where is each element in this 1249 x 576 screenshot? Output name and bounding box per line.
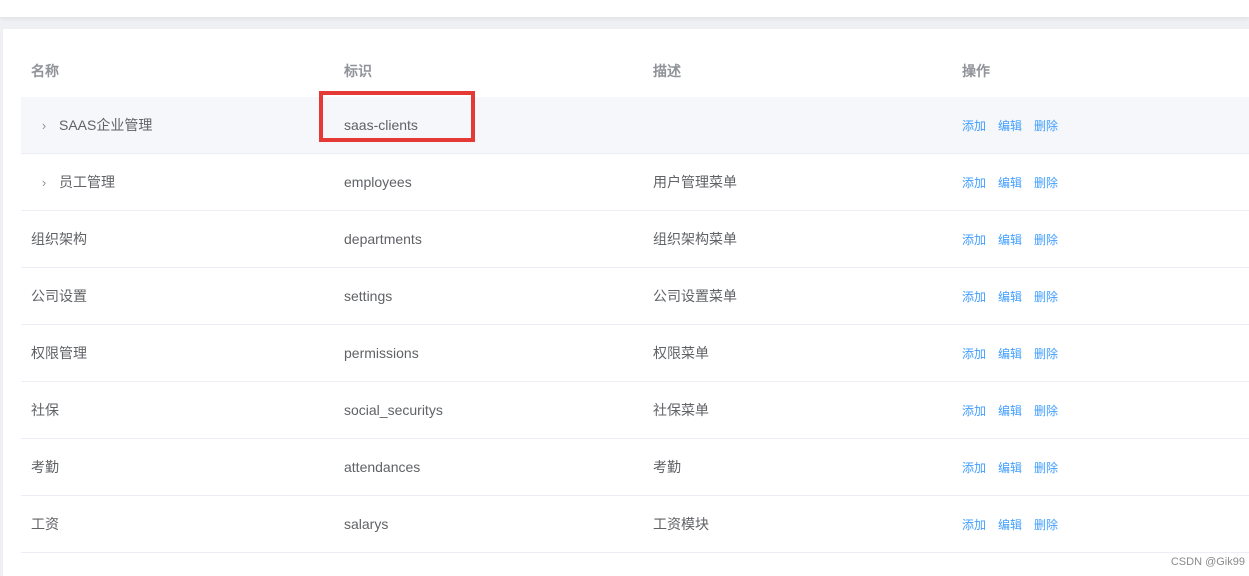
row-desc: 社保菜单 xyxy=(653,402,709,418)
delete-button[interactable]: 删除 xyxy=(1034,117,1058,134)
add-button[interactable]: 添加 xyxy=(962,174,986,191)
row-name: 公司设置 xyxy=(31,288,87,304)
delete-button[interactable]: 删除 xyxy=(1034,459,1058,476)
add-button[interactable]: 添加 xyxy=(962,288,986,305)
row-desc: 权限菜单 xyxy=(653,345,709,361)
add-button[interactable]: 添加 xyxy=(962,231,986,248)
row-name: SAAS企业管理 xyxy=(59,117,153,133)
row-name: 社保 xyxy=(31,402,59,418)
row-code: permissions xyxy=(344,345,419,361)
name-cell: › 员工管理 xyxy=(31,154,331,210)
table-row[interactable]: 权限管理 permissions 权限菜单 添加 编辑 删除 xyxy=(21,325,1249,382)
add-button[interactable]: 添加 xyxy=(962,117,986,134)
delete-button[interactable]: 删除 xyxy=(1034,402,1058,419)
table-row[interactable]: › 员工管理 employees 用户管理菜单 添加 编辑 删除 xyxy=(21,154,1249,211)
row-desc xyxy=(653,97,953,153)
edit-button[interactable]: 编辑 xyxy=(998,402,1022,419)
header-desc: 描述 xyxy=(653,62,681,79)
watermark: CSDN @Gik99 xyxy=(1170,556,1245,568)
header-ops: 操作 xyxy=(962,62,990,79)
row-actions: 添加 编辑 删除 xyxy=(962,154,1242,210)
row-name: 组织架构 xyxy=(31,231,87,247)
row-code: social_securitys xyxy=(344,402,443,418)
row-actions: 添加 编辑 删除 xyxy=(962,382,1242,438)
table-row[interactable]: 工资 salarys 工资模块 添加 编辑 删除 xyxy=(21,496,1249,553)
add-button[interactable]: 添加 xyxy=(962,345,986,362)
row-code: employees xyxy=(344,174,412,190)
row-actions: 添加 编辑 删除 xyxy=(962,496,1242,552)
delete-button[interactable]: 删除 xyxy=(1034,231,1058,248)
page: 名称 标识 描述 操作 › SAAS企业管理 saas-clients 添加 编… xyxy=(0,0,1249,576)
row-name: 工资 xyxy=(31,516,59,532)
row-desc: 公司设置菜单 xyxy=(653,288,737,304)
row-desc: 用户管理菜单 xyxy=(653,174,737,190)
row-actions: 添加 编辑 删除 xyxy=(962,439,1242,495)
row-actions: 添加 编辑 删除 xyxy=(962,211,1242,267)
header-name: 名称 xyxy=(31,62,59,79)
chevron-right-icon[interactable]: › xyxy=(37,175,51,190)
top-card xyxy=(0,0,1249,17)
delete-button[interactable]: 删除 xyxy=(1034,345,1058,362)
row-code: settings xyxy=(344,288,393,304)
edit-button[interactable]: 编辑 xyxy=(998,117,1022,134)
chevron-right-icon[interactable]: › xyxy=(37,118,51,133)
row-name: 员工管理 xyxy=(59,174,115,190)
row-desc: 工资模块 xyxy=(653,516,709,532)
edit-button[interactable]: 编辑 xyxy=(998,345,1022,362)
row-code: attendances xyxy=(344,459,421,475)
row-desc: 考勤 xyxy=(653,459,681,475)
table-header: 名称 标识 描述 操作 xyxy=(21,44,1249,97)
table-row[interactable]: 考勤 attendances 考勤 添加 编辑 删除 xyxy=(21,439,1249,496)
name-cell: › SAAS企业管理 xyxy=(31,97,331,153)
edit-button[interactable]: 编辑 xyxy=(998,231,1022,248)
row-actions: 添加 编辑 删除 xyxy=(962,325,1242,381)
edit-button[interactable]: 编辑 xyxy=(998,174,1022,191)
row-actions: 添加 编辑 删除 xyxy=(962,97,1242,153)
row-name: 权限管理 xyxy=(31,345,87,361)
edit-button[interactable]: 编辑 xyxy=(998,459,1022,476)
edit-button[interactable]: 编辑 xyxy=(998,288,1022,305)
delete-button[interactable]: 删除 xyxy=(1034,516,1058,533)
add-button[interactable]: 添加 xyxy=(962,516,986,533)
menu-table-card: 名称 标识 描述 操作 › SAAS企业管理 saas-clients 添加 编… xyxy=(3,29,1249,576)
delete-button[interactable]: 删除 xyxy=(1034,288,1058,305)
add-button[interactable]: 添加 xyxy=(962,459,986,476)
table-row[interactable]: 社保 social_securitys 社保菜单 添加 编辑 删除 xyxy=(21,382,1249,439)
row-code: salarys xyxy=(344,516,389,532)
table-row[interactable]: 组织架构 departments 组织架构菜单 添加 编辑 删除 xyxy=(21,211,1249,268)
highlight-box xyxy=(319,91,475,142)
row-desc: 组织架构菜单 xyxy=(653,231,737,247)
edit-button[interactable]: 编辑 xyxy=(998,516,1022,533)
menu-table: 名称 标识 描述 操作 › SAAS企业管理 saas-clients 添加 编… xyxy=(21,44,1249,553)
table-row[interactable]: › SAAS企业管理 saas-clients 添加 编辑 删除 xyxy=(21,91,1249,154)
delete-button[interactable]: 删除 xyxy=(1034,174,1058,191)
row-name: 考勤 xyxy=(31,459,59,475)
header-code: 标识 xyxy=(344,62,372,79)
row-code: departments xyxy=(344,231,422,247)
table-row[interactable]: 公司设置 settings 公司设置菜单 添加 编辑 删除 xyxy=(21,268,1249,325)
add-button[interactable]: 添加 xyxy=(962,402,986,419)
row-actions: 添加 编辑 删除 xyxy=(962,268,1242,324)
